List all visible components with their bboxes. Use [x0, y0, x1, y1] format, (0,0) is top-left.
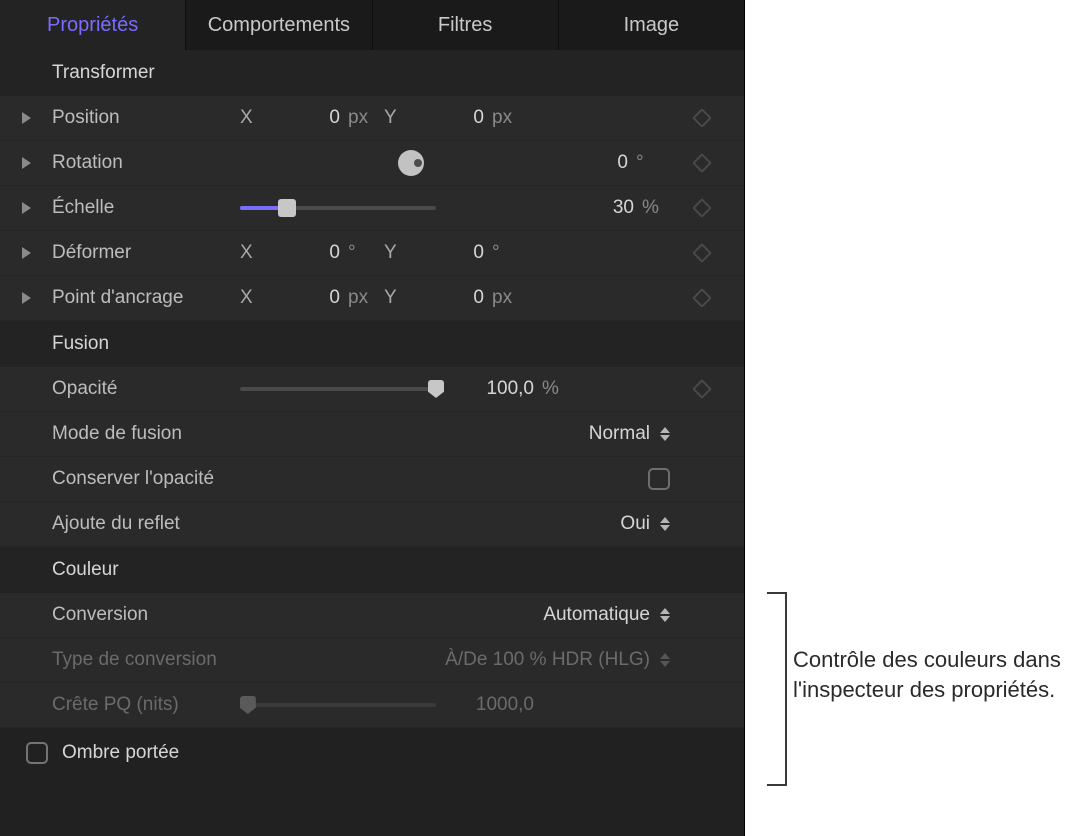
rotation-dial[interactable]: [398, 150, 424, 176]
section-fusion-header: Fusion: [0, 321, 744, 367]
scale-slider[interactable]: [240, 198, 436, 218]
position-y-value[interactable]: 0: [412, 107, 492, 129]
keyframe-icon[interactable]: [692, 108, 712, 128]
tab-behaviors[interactable]: Comportements: [186, 0, 372, 50]
row-drop-shadow: Ombre portée: [0, 728, 744, 778]
updown-icon: [660, 608, 670, 622]
row-position: Position X 0 px Y 0 px: [0, 96, 744, 141]
axis-y-label: Y: [384, 107, 412, 129]
rotation-label: Rotation: [52, 152, 240, 174]
section-color-header: Couleur: [0, 547, 744, 593]
keyframe-icon[interactable]: [692, 198, 712, 218]
deform-label: Déformer: [52, 242, 240, 264]
anchor-label: Point d'ancrage: [52, 287, 240, 309]
position-x-unit: px: [348, 107, 384, 129]
row-opacity: Opacité 100,0 %: [0, 367, 744, 412]
blend-mode-label: Mode de fusion: [52, 423, 240, 445]
axis-x-label: X: [240, 242, 268, 264]
scale-value[interactable]: 30: [562, 197, 642, 219]
section-color: Conversion Automatique Type de conversio…: [0, 593, 744, 728]
drop-shadow-label: Ombre portée: [62, 742, 179, 764]
opacity-slider[interactable]: [240, 379, 436, 399]
position-x-value[interactable]: 0: [268, 107, 348, 129]
disclosure-icon[interactable]: [22, 112, 31, 124]
deform-x-unit: °: [348, 242, 384, 264]
tab-properties[interactable]: Propriétés: [0, 0, 186, 50]
row-anchor: Point d'ancrage X 0 px Y 0 px: [0, 276, 744, 321]
row-cast-reflection: Ajoute du reflet Oui: [0, 502, 744, 547]
row-conversion-type: Type de conversion À/De 100 % HDR (HLG): [0, 638, 744, 683]
row-rotation: Rotation 0 °: [0, 141, 744, 186]
cast-reflection-select[interactable]: Oui: [620, 513, 670, 535]
axis-x-label: X: [240, 287, 268, 309]
inspector-tabs: Propriétés Comportements Filtres Image: [0, 0, 744, 50]
row-preserve-opacity: Conserver l'opacité: [0, 457, 744, 502]
position-label: Position: [52, 107, 240, 129]
preserve-opacity-checkbox[interactable]: [648, 468, 670, 490]
row-scale: Échelle 30 %: [0, 186, 744, 231]
section-fusion: Opacité 100,0 % Mode de fusion Normal: [0, 367, 744, 547]
opacity-label: Opacité: [52, 378, 240, 400]
annotation-area: Contrôle des couleurs dans l'inspecteur …: [745, 0, 1071, 836]
row-conversion: Conversion Automatique: [0, 593, 744, 638]
updown-icon: [660, 517, 670, 531]
callout-bracket-icon: [767, 592, 787, 786]
disclosure-icon[interactable]: [22, 247, 31, 259]
keyframe-icon[interactable]: [692, 288, 712, 308]
updown-icon: [660, 427, 670, 441]
scale-label: Échelle: [52, 197, 240, 219]
conversion-type-label: Type de conversion: [52, 649, 240, 671]
cast-reflection-label: Ajoute du reflet: [52, 513, 240, 535]
keyframe-icon[interactable]: [692, 243, 712, 263]
deform-x-value[interactable]: 0: [268, 242, 348, 264]
drop-shadow-checkbox[interactable]: [26, 742, 48, 764]
inspector-body: Transformer Position X 0 px Y 0 px Ro: [0, 50, 744, 836]
conversion-select[interactable]: Automatique: [543, 604, 670, 626]
conversion-type-select: À/De 100 % HDR (HLG): [445, 649, 670, 671]
rotation-value[interactable]: 0: [556, 152, 636, 174]
tab-image[interactable]: Image: [559, 0, 744, 50]
conversion-value: Automatique: [543, 604, 650, 626]
rotation-unit: °: [636, 152, 672, 174]
pq-peak-slider: [240, 695, 436, 715]
axis-y-label: Y: [384, 242, 412, 264]
pq-peak-value: 1000,0: [450, 694, 542, 716]
deform-y-unit: °: [492, 242, 528, 264]
anchor-x-value[interactable]: 0: [268, 287, 348, 309]
axis-x-label: X: [240, 107, 268, 129]
pq-peak-label: Crête PQ (nits): [52, 694, 240, 716]
disclosure-icon[interactable]: [22, 292, 31, 304]
keyframe-icon[interactable]: [692, 153, 712, 173]
anchor-x-unit: px: [348, 287, 384, 309]
updown-icon: [660, 653, 670, 667]
position-y-unit: px: [492, 107, 528, 129]
blend-mode-value: Normal: [589, 423, 650, 445]
row-deform: Déformer X 0 ° Y 0 °: [0, 231, 744, 276]
opacity-value[interactable]: 100,0: [450, 378, 542, 400]
conversion-label: Conversion: [52, 604, 240, 626]
section-transform-header: Transformer: [0, 50, 744, 96]
disclosure-icon[interactable]: [22, 157, 31, 169]
conversion-type-value: À/De 100 % HDR (HLG): [445, 649, 650, 671]
anchor-y-unit: px: [492, 287, 528, 309]
keyframe-icon[interactable]: [692, 379, 712, 399]
preserve-opacity-label: Conserver l'opacité: [52, 468, 240, 490]
scale-unit: %: [642, 197, 678, 219]
section-transform: Position X 0 px Y 0 px Rotation 0 °: [0, 96, 744, 321]
cast-reflection-value: Oui: [620, 513, 650, 535]
opacity-unit: %: [542, 378, 578, 400]
annotation-text: Contrôle des couleurs dans l'inspecteur …: [793, 645, 1071, 704]
axis-y-label: Y: [384, 287, 412, 309]
anchor-y-value[interactable]: 0: [412, 287, 492, 309]
blend-mode-select[interactable]: Normal: [589, 423, 670, 445]
disclosure-icon[interactable]: [22, 202, 31, 214]
row-blend-mode: Mode de fusion Normal: [0, 412, 744, 457]
inspector-panel: Propriétés Comportements Filtres Image T…: [0, 0, 745, 836]
deform-y-value[interactable]: 0: [412, 242, 492, 264]
row-pq-peak: Crête PQ (nits) 1000,0: [0, 683, 744, 728]
tab-filters[interactable]: Filtres: [373, 0, 559, 50]
